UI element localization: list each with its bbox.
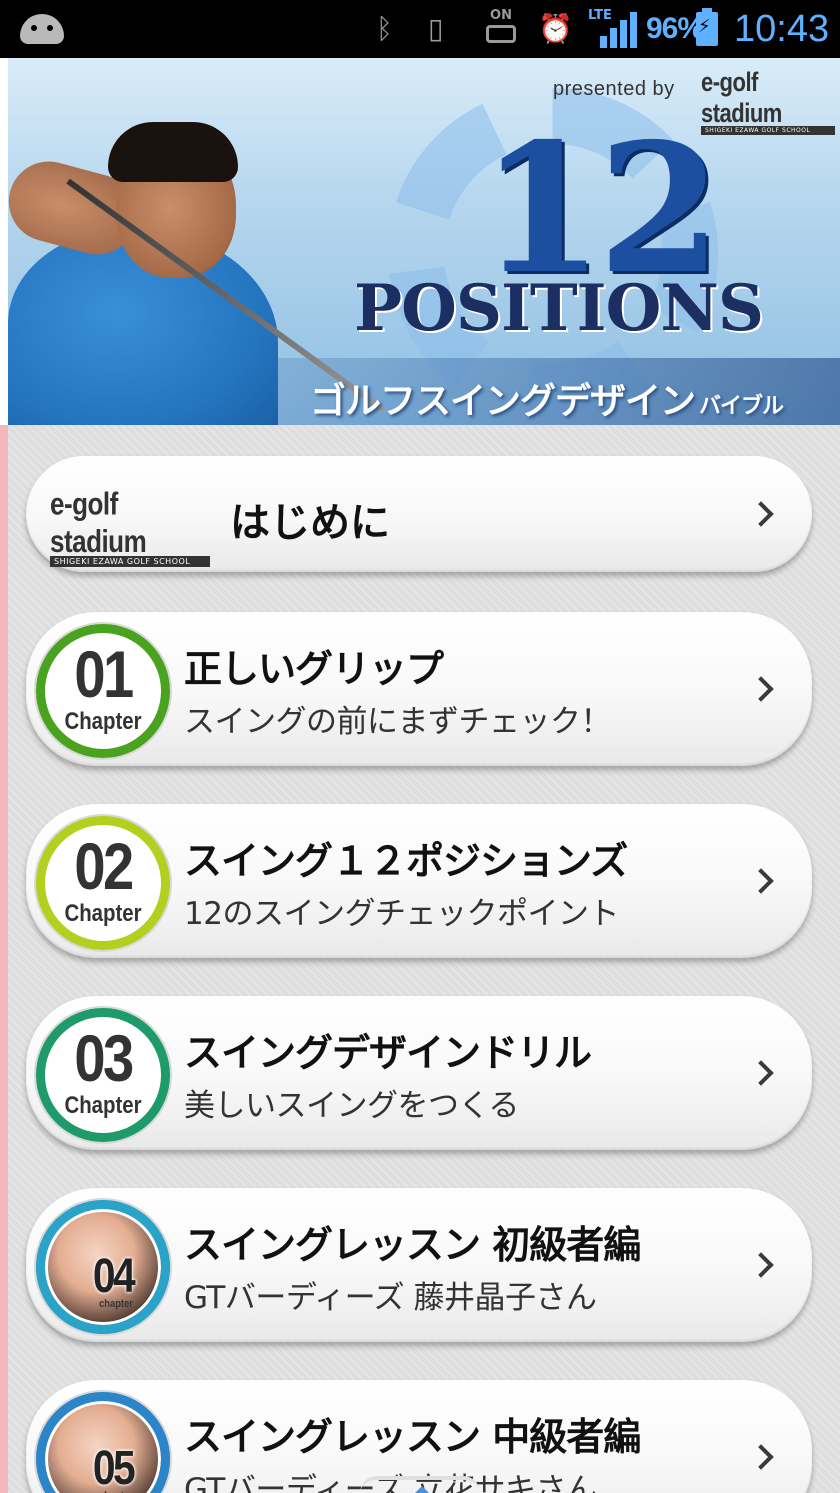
chevron-right-icon bbox=[748, 1060, 774, 1086]
menu-item-chapter-01[interactable]: 01 Chapter 正しいグリップ スイングの前にまずチェック！ bbox=[26, 612, 812, 766]
chapter-badge: 03 Chapter bbox=[36, 1008, 170, 1142]
menu-item-subtitle: 美しいスイングをつくる bbox=[184, 1088, 519, 1124]
menu-item-title: はじめに bbox=[230, 500, 390, 546]
chapter-badge: 02 Chapter bbox=[36, 816, 170, 950]
signal-icon: LTE bbox=[586, 8, 638, 50]
menu-item-title: 正しいグリップ bbox=[184, 647, 444, 691]
bluetooth-icon: ᛒ bbox=[376, 12, 393, 45]
menu-item-title: スイングデザインドリル bbox=[184, 1031, 592, 1075]
presented-by-label: presented by bbox=[553, 78, 675, 100]
menu-item-chapter-04[interactable]: 04 chapter スイングレッスン 初級者編 GTバーディーズ 藤井晶子さん bbox=[26, 1188, 812, 1342]
scroll-indicator bbox=[360, 1476, 480, 1493]
egolf-stadium-logo: e-golf stadium SHIGEKI EZAWA GOLF SCHOOL bbox=[50, 486, 210, 567]
chapter-badge: 01 Chapter bbox=[36, 624, 170, 758]
banner-positions-title: POSITIONS bbox=[354, 271, 764, 346]
clock: 10:43 bbox=[734, 8, 830, 50]
android-notification-icon bbox=[20, 14, 64, 44]
menu-item-intro[interactable]: e-golf stadium SHIGEKI EZAWA GOLF SCHOOL… bbox=[26, 456, 812, 572]
menu-item-title: スイング１２ポジションズ bbox=[184, 839, 628, 883]
menu-item-subtitle: スイングの前にまずチェック！ bbox=[184, 704, 612, 740]
menu-item-subtitle: 12のスイングチェックポイント bbox=[184, 896, 619, 932]
vibrate-icon: ▯ bbox=[428, 12, 444, 45]
menu-item-subtitle: GTバーディーズ 藤井晶子さん bbox=[184, 1280, 597, 1316]
chevron-right-icon bbox=[748, 868, 774, 894]
menu-item-title: スイングレッスン 中級者編 bbox=[184, 1415, 641, 1459]
chevron-right-icon bbox=[748, 501, 774, 527]
chapter-photo-badge: 05 chapter bbox=[36, 1392, 170, 1493]
roaming-on-icon: ON bbox=[484, 8, 518, 48]
lte-label: LTE bbox=[588, 8, 612, 23]
battery-percent: 96% bbox=[646, 12, 704, 45]
header-banner: presented by e-golf stadium SHIGEKI EZAW… bbox=[0, 58, 840, 425]
alarm-icon: ⏰ bbox=[538, 12, 573, 45]
battery-charging-icon bbox=[696, 8, 718, 46]
status-bar: ᛒ ▯ ON ⏰ LTE 96% 10:43 bbox=[0, 0, 840, 58]
menu-item-chapter-03[interactable]: 03 Chapter スイングデザインドリル 美しいスイングをつくる bbox=[26, 996, 812, 1150]
chevron-right-icon bbox=[748, 676, 774, 702]
menu-item-chapter-02[interactable]: 02 Chapter スイング１２ポジションズ 12のスイングチェックポイント bbox=[26, 804, 812, 958]
chapter-photo-badge: 04 chapter bbox=[36, 1200, 170, 1334]
banner-subtitle: ゴルフスイングデザイン バイブル bbox=[310, 381, 784, 422]
chevron-right-icon bbox=[748, 1252, 774, 1278]
egolf-stadium-logo: e-golf stadium SHIGEKI EZAWA GOLF SCHOOL bbox=[701, 67, 835, 135]
chevron-right-icon bbox=[748, 1444, 774, 1470]
on-label: ON bbox=[490, 8, 512, 23]
menu-item-title: スイングレッスン 初級者編 bbox=[184, 1223, 641, 1267]
